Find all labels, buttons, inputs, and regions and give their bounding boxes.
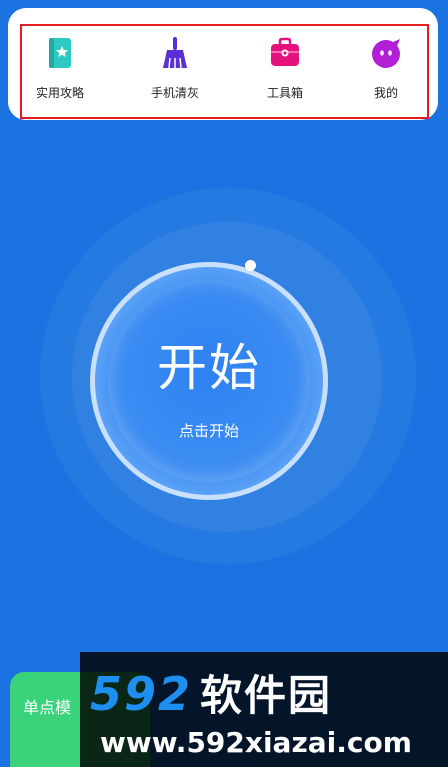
watermark-url: www.592xiazai.com (100, 726, 412, 759)
watermark-logo: 592 软件园 (90, 662, 332, 723)
nav-item-toolbox-label: 工具箱 (266, 86, 303, 100)
nav-item-mine-label: 我的 (373, 86, 398, 100)
top-nav-card: 实用攻略 手机清灰 工具箱 我的 (8, 8, 438, 120)
progress-indicator-dot (245, 260, 256, 271)
nav-item-dust-clean-label: 手机清灰 (150, 86, 199, 100)
mode-button-label: 单点模 (23, 698, 72, 717)
nav-item-toolbox[interactable]: 工具箱 (240, 36, 330, 101)
nav-item-dust-clean[interactable]: 手机清灰 (130, 36, 220, 101)
app-screen: 实用攻略 手机清灰 工具箱 我的 开始 点击开始 单点模 592 软件园 www… (0, 0, 448, 767)
profile-face-icon (372, 39, 400, 68)
start-subtitle: 点击开始 (178, 422, 239, 440)
nav-item-guide-label: 实用攻略 (35, 86, 84, 100)
start-title: 开始 (157, 339, 261, 397)
site-watermark: 592 软件园 www.592xiazai.com (80, 652, 448, 767)
broom-icon (163, 37, 187, 69)
toolbox-icon (271, 37, 299, 66)
nav-item-mine[interactable]: 我的 (341, 36, 431, 101)
nav-item-guide[interactable]: 实用攻略 (15, 36, 105, 101)
watermark-logo-digits: 592 (90, 667, 193, 721)
guide-book-icon (49, 38, 71, 68)
watermark-logo-text: 软件园 (200, 671, 333, 720)
